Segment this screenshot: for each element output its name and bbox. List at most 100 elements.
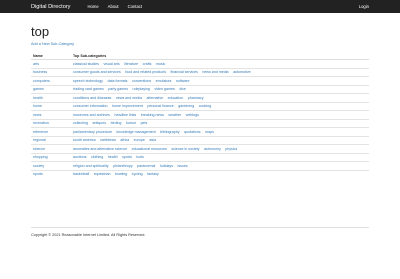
table-row: science anomalies and alternative science… bbox=[31, 144, 369, 153]
subcategories-cell: auctions clothing health sports tools bbox=[71, 152, 369, 162]
category-link[interactable]: games bbox=[33, 87, 44, 91]
subcategory-link[interactable]: caribbean bbox=[100, 138, 116, 142]
subcategory-link[interactable]: dice bbox=[179, 87, 186, 91]
subcategory-link[interactable]: pharmacy bbox=[188, 96, 204, 100]
subcategory-link[interactable]: roleplaying bbox=[133, 87, 150, 91]
table-row: shopping auctions clothing health sports tool… bbox=[31, 152, 369, 162]
subcategory-link[interactable]: europe bbox=[134, 138, 145, 142]
table-row: games trading card games party games rolepl… bbox=[31, 84, 369, 94]
subcategory-link[interactable]: personal finance bbox=[147, 104, 173, 108]
add-subcategory-link[interactable]: Add a New Sub-Category bbox=[31, 42, 74, 46]
subcategory-link[interactable]: bibliography bbox=[160, 130, 179, 134]
category-link[interactable]: shopping bbox=[33, 155, 48, 159]
subcategory-link[interactable]: party games bbox=[108, 87, 128, 91]
subcategory-link[interactable]: classical studies bbox=[73, 62, 99, 66]
subcategory-link[interactable]: astronomy bbox=[204, 147, 221, 151]
subcategory-link[interactable]: automotive bbox=[233, 70, 251, 74]
subcategory-link[interactable]: holidays bbox=[160, 164, 173, 168]
subcategory-link[interactable]: parliamentary procedure bbox=[73, 130, 112, 134]
category-link[interactable]: home bbox=[33, 104, 42, 108]
brand-link[interactable]: Digital Directory bbox=[31, 4, 70, 10]
subcategory-link[interactable]: collecting bbox=[73, 121, 88, 125]
subcategory-link[interactable]: birding bbox=[111, 121, 122, 125]
subcategory-link[interactable]: museums and archives bbox=[73, 113, 110, 117]
category-link[interactable]: reference bbox=[33, 130, 48, 134]
category-link[interactable]: regional bbox=[33, 138, 46, 142]
subcategories-cell: conditions and diseases news and media alt… bbox=[71, 93, 369, 102]
subcategory-link[interactable]: emulators bbox=[156, 79, 172, 83]
subcategory-link[interactable]: science in society bbox=[171, 147, 199, 151]
subcategory-link[interactable]: religion and spirituality bbox=[73, 164, 109, 168]
subcategory-link[interactable]: maps bbox=[205, 130, 214, 134]
category-name-cell: arts bbox=[31, 59, 71, 68]
subcategory-link[interactable]: health bbox=[108, 155, 118, 159]
subcategory-link[interactable]: cycling bbox=[132, 172, 143, 176]
category-name-cell: recreation bbox=[31, 118, 71, 128]
subcategory-link[interactable]: conventions bbox=[132, 79, 151, 83]
subcategory-link[interactable]: conditions and diseases bbox=[73, 96, 111, 100]
subcategory-link[interactable]: educational resources bbox=[132, 147, 167, 151]
subcategory-link[interactable]: clothing bbox=[91, 155, 103, 159]
category-link[interactable]: science bbox=[33, 147, 45, 151]
subcategory-link[interactable]: paranormal bbox=[137, 164, 155, 168]
subcategory-link[interactable]: pets bbox=[141, 121, 148, 125]
subcategory-link[interactable]: asia bbox=[149, 138, 156, 142]
nav-contact-link[interactable]: Contact bbox=[128, 4, 142, 9]
subcategory-link[interactable]: issues bbox=[178, 164, 188, 168]
subcategory-link[interactable]: gardening bbox=[178, 104, 194, 108]
subcategory-link[interactable]: tools bbox=[136, 155, 144, 159]
subcategory-link[interactable]: software bbox=[176, 79, 190, 83]
subcategory-link[interactable]: education bbox=[168, 96, 184, 100]
subcategory-link[interactable]: cooking bbox=[199, 104, 211, 108]
category-link[interactable]: sports bbox=[33, 172, 43, 176]
subcategory-link[interactable]: literature bbox=[124, 62, 138, 66]
subcategory-link[interactable]: equestrian bbox=[94, 172, 111, 176]
subcategory-link[interactable]: africa bbox=[120, 138, 129, 142]
subcategory-link[interactable]: physics bbox=[225, 147, 237, 151]
login-link[interactable]: Login bbox=[359, 4, 369, 9]
subcategory-link[interactable]: philanthropy bbox=[113, 164, 133, 168]
subcategory-link[interactable]: sports bbox=[122, 155, 132, 159]
subcategory-link[interactable]: visual arts bbox=[103, 62, 119, 66]
subcategory-link[interactable]: food and related products bbox=[125, 70, 166, 74]
subcategory-link[interactable]: weather bbox=[168, 113, 181, 117]
subcategory-link[interactable]: home improvement bbox=[112, 104, 143, 108]
subcategory-link[interactable]: weblogs bbox=[186, 113, 199, 117]
subcategory-link[interactable]: alternative bbox=[147, 96, 164, 100]
subcategory-link[interactable]: news and media bbox=[116, 96, 142, 100]
subcategory-link[interactable]: quotations bbox=[184, 130, 201, 134]
subcategory-link[interactable]: consumer goods and services bbox=[73, 70, 121, 74]
subcategory-link[interactable]: basketball bbox=[73, 172, 89, 176]
category-link[interactable]: health bbox=[33, 96, 43, 100]
subcategory-link[interactable]: fantasy bbox=[147, 172, 159, 176]
category-link[interactable]: arts bbox=[33, 62, 39, 66]
subcategory-link[interactable]: crafts bbox=[143, 62, 152, 66]
subcategory-link[interactable]: breaking news bbox=[141, 113, 164, 117]
subcategory-link[interactable]: knowledge management bbox=[116, 130, 155, 134]
subcategory-link[interactable]: financial services bbox=[171, 70, 198, 74]
category-name-cell: health bbox=[31, 93, 71, 102]
table-row: computers speech technology data formats co… bbox=[31, 76, 369, 85]
subcategory-link[interactable]: auctions bbox=[73, 155, 86, 159]
category-link[interactable]: recreation bbox=[33, 121, 49, 125]
subcategory-link[interactable]: humor bbox=[126, 121, 136, 125]
category-link[interactable]: news bbox=[33, 113, 41, 117]
nav-links: Home About Contact bbox=[87, 4, 151, 9]
subcategory-link[interactable]: bowling bbox=[115, 172, 127, 176]
subcategory-link[interactable]: antiques bbox=[92, 121, 106, 125]
category-link[interactable]: computers bbox=[33, 79, 50, 83]
subcategory-link[interactable]: speech technology bbox=[73, 79, 103, 83]
category-link[interactable]: society bbox=[33, 164, 44, 168]
category-link[interactable]: business bbox=[33, 70, 47, 74]
subcategory-link[interactable]: trading card games bbox=[73, 87, 104, 91]
subcategory-link[interactable]: data formats bbox=[107, 79, 127, 83]
subcategory-link[interactable]: south america bbox=[73, 138, 96, 142]
subcategory-link[interactable]: consumer information bbox=[73, 104, 108, 108]
subcategory-link[interactable]: headline links bbox=[114, 113, 136, 117]
subcategory-link[interactable]: anomalies and alternative science bbox=[73, 147, 127, 151]
nav-about-link[interactable]: About bbox=[108, 4, 119, 9]
subcategory-link[interactable]: music bbox=[156, 62, 165, 66]
nav-home-link[interactable]: Home bbox=[87, 4, 98, 9]
subcategory-link[interactable]: news and media bbox=[202, 70, 228, 74]
subcategory-link[interactable]: video games bbox=[154, 87, 174, 91]
